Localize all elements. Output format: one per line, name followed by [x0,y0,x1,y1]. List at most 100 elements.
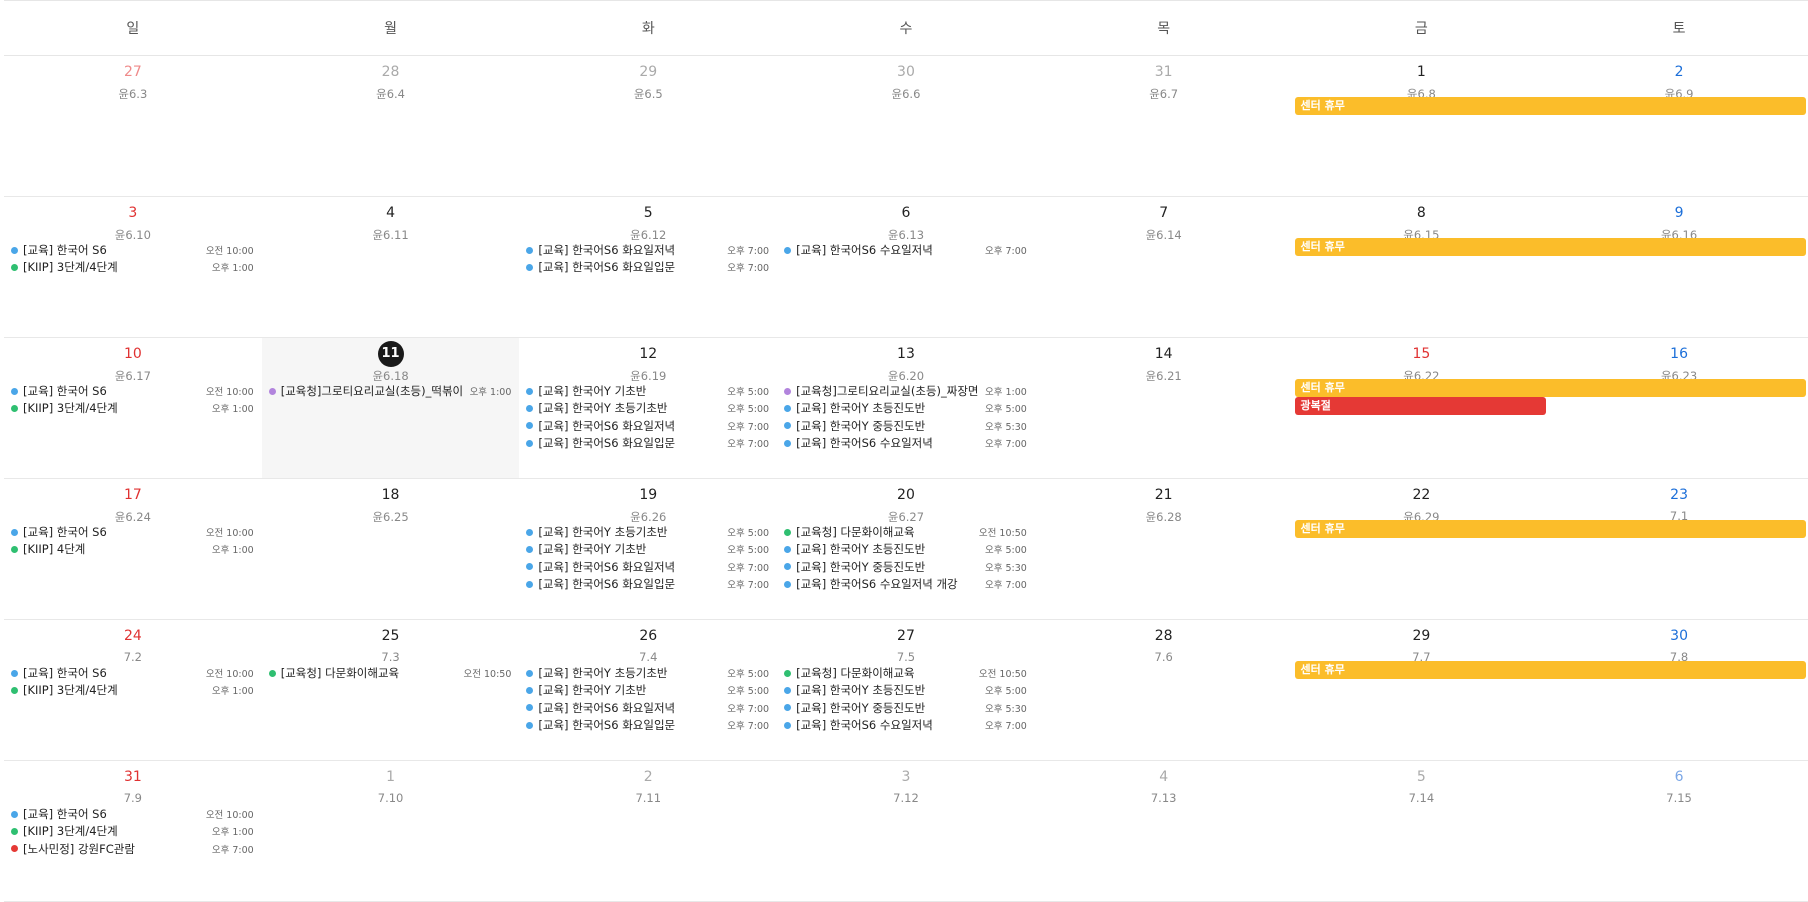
day-number[interactable]: 16 [1550,346,1808,364]
event-item[interactable]: [교육] 한국어Y 초등기초반 오후 5:00 [526,523,769,541]
day-number[interactable]: 21 [1035,487,1293,505]
day-cell[interactable]: 8 윤6.15 [1292,197,1551,338]
day-cell[interactable]: 23 7.1 [1550,479,1808,620]
event-item[interactable]: [노사민정] 강원FC관람 오후 7:00 [11,840,254,858]
event-item[interactable]: [교육] 한국어Y 중등진도반 오후 5:30 [784,558,1027,576]
day-number[interactable]: 18 [262,487,520,505]
event-item[interactable]: [교육] 한국어Y 초등기초반 오후 5:00 [526,664,769,682]
day-number[interactable]: 15 [1293,346,1551,364]
day-number[interactable]: 29 [1293,628,1551,646]
event-item[interactable]: [교육] 한국어S6 화요일입문 오후 7:00 [526,716,769,734]
day-cell[interactable]: 31 윤6.7 [1034,56,1293,197]
day-cell[interactable]: 27 윤6.3 [4,56,262,197]
event-item[interactable]: [교육] 한국어Y 초등기초반 오후 5:00 [526,399,769,417]
event-item[interactable]: [교육] 한국어S6 화요일저녁 오후 7:00 [526,417,769,435]
day-cell[interactable]: 9 윤6.16 [1550,197,1808,338]
event-item[interactable]: [KIIP] 4단계 오후 1:00 [11,540,254,558]
day-cell[interactable]: 16 윤6.23 [1550,338,1808,479]
day-cell[interactable]: 25 7.3 [교육청] 다문화이해교육 오전 10:50 [261,620,520,761]
day-cell[interactable]: 17 윤6.24 [교육] 한국어 S6 오전 10:00 [KIIP] 4단계 오후 1… [4,479,262,620]
event-item[interactable]: [KIIP] 3단계/4단계 오후 1:00 [11,399,254,417]
event-item[interactable]: [교육] 한국어 S6 오전 10:00 [11,805,254,823]
day-number[interactable]: 6 [777,205,1035,223]
day-cell[interactable]: 11 윤6.18 [교육청]그로티요리교실(초등)_떡볶이 오후 1:00 [261,338,520,479]
event-item[interactable]: [교육] 한국어S6 수요일저녁 오후 7:00 [784,716,1027,734]
day-number[interactable]: 17 [4,487,262,505]
event-item[interactable]: [교육] 한국어Y 기초반 오후 5:00 [526,681,769,699]
day-cell[interactable]: 2 7.11 [519,761,778,902]
day-cell[interactable]: 28 윤6.4 [261,56,520,197]
day-cell[interactable]: 26 7.4 [교육] 한국어Y 초등기초반 오후 5:00 [교육] 한국어Y 기초반… [519,620,778,761]
day-cell[interactable]: 6 7.15 [1550,761,1808,902]
event-item[interactable]: [교육] 한국어Y 초등진도반 오후 5:00 [784,681,1027,699]
event-item[interactable]: [교육] 한국어S6 화요일저녁 오후 7:00 [526,699,769,717]
day-cell[interactable]: 29 7.7 [1292,620,1551,761]
day-number[interactable]: 9 [1550,205,1808,223]
event-item[interactable]: [교육] 한국어S6 수요일저녁 개강 오후 7:00 [784,575,1027,593]
day-number[interactable]: 19 [519,487,777,505]
day-number[interactable]: 26 [519,628,777,646]
all-day-event-bar[interactable]: 광복절 [1294,396,1547,415]
event-item[interactable]: [KIIP] 3단계/4단계 오후 1:00 [11,822,254,840]
day-cell[interactable]: 27 7.5 [교육청] 다문화이해교육 오전 10:50 [교육] 한국어Y 초등진도… [777,620,1035,761]
event-item[interactable]: [KIIP] 3단계/4단계 오후 1:00 [11,258,254,276]
day-number[interactable]: 24 [4,628,262,646]
event-item[interactable]: [교육] 한국어Y 중등진도반 오후 5:30 [784,417,1027,435]
event-item[interactable]: [교육] 한국어S6 화요일저녁 오후 7:00 [526,241,769,259]
day-number[interactable]: 28 [1035,628,1293,646]
day-cell[interactable]: 14 윤6.21 [1034,338,1293,479]
day-cell[interactable]: 22 윤6.29 [1292,479,1551,620]
day-cell[interactable]: 30 7.8 [1550,620,1808,761]
event-item[interactable]: [교육] 한국어S6 화요일입문 오후 7:00 [526,575,769,593]
day-cell[interactable]: 31 7.9 [교육] 한국어 S6 오전 10:00 [KIIP] 3단계/4단계 오후… [4,761,262,902]
event-item[interactable]: [교육] 한국어Y 기초반 오후 5:00 [526,382,769,400]
day-cell[interactable]: 13 윤6.20 [교육청]그로티요리교실(초등)_짜장면 오후 1:00 [교육] 한… [777,338,1035,479]
all-day-event-bar[interactable]: 센터 휴무 [1294,520,1806,538]
day-cell[interactable]: 28 7.6 [1034,620,1293,761]
day-cell[interactable]: 20 윤6.27 [교육청] 다문화이해교육 오전 10:50 [교육] 한국어Y 초등… [777,479,1035,620]
day-number[interactable]: 4 [262,205,520,223]
event-item[interactable]: [교육] 한국어S6 수요일저녁 오후 7:00 [784,241,1027,259]
day-cell[interactable]: 6 윤6.13 [교육] 한국어S6 수요일저녁 오후 7:00 [777,197,1035,338]
day-cell[interactable]: 19 윤6.26 [교육] 한국어Y 초등기초반 오후 5:00 [교육] 한국어Y 기… [519,479,778,620]
event-item[interactable]: [교육청]그로티요리교실(초등)_떡볶이 오후 1:00 [268,382,511,400]
day-number[interactable]: 2 [519,769,777,787]
day-number[interactable]: 27 [777,628,1035,646]
event-item[interactable]: [교육] 한국어S6 수요일저녁 오후 7:00 [784,434,1027,452]
day-cell[interactable]: 30 윤6.6 [777,56,1035,197]
day-cell[interactable]: 29 윤6.5 [519,56,778,197]
day-number[interactable]: 25 [262,628,520,646]
today-date-marker[interactable]: 11 [377,341,404,367]
all-day-event-bar[interactable]: 센터 휴무 [1294,661,1806,679]
day-number[interactable]: 28 [262,64,520,82]
day-number[interactable]: 4 [1035,769,1293,787]
day-number[interactable]: 1 [262,769,520,787]
day-cell[interactable]: 5 윤6.12 [교육] 한국어S6 화요일저녁 오후 7:00 [교육] 한국어S6 … [519,197,778,338]
day-number[interactable]: 10 [4,346,262,364]
day-number[interactable]: 5 [1293,769,1551,787]
day-number[interactable]: 7 [1035,205,1293,223]
event-item[interactable]: [교육] 한국어 S6 오전 10:00 [11,523,254,541]
event-item[interactable]: [KIIP] 3단계/4단계 오후 1:00 [11,681,254,699]
day-number[interactable]: 22 [1293,487,1551,505]
day-number[interactable]: 3 [4,205,262,223]
day-cell[interactable]: 4 윤6.11 [261,197,520,338]
event-item[interactable]: [교육] 한국어Y 기초반 오후 5:00 [526,540,769,558]
day-cell[interactable]: 3 윤6.10 [교육] 한국어 S6 오전 10:00 [KIIP] 3단계/4단계 오… [4,197,262,338]
day-cell[interactable]: 12 윤6.19 [교육] 한국어Y 기초반 오후 5:00 [교육] 한국어Y 초등기… [519,338,778,479]
day-number[interactable]: 31 [1035,64,1293,82]
day-number[interactable]: 12 [519,346,777,364]
event-item[interactable]: [교육] 한국어 S6 오전 10:00 [11,241,254,259]
day-number[interactable]: 27 [4,64,262,82]
day-cell[interactable]: 1 윤6.8 [1292,56,1551,197]
day-cell[interactable]: 10 윤6.17 [교육] 한국어 S6 오전 10:00 [KIIP] 3단계/4단계… [4,338,262,479]
all-day-event-bar[interactable]: 센터 휴무 [1294,379,1806,397]
event-item[interactable]: [교육] 한국어Y 초등진도반 오후 5:00 [784,399,1027,417]
day-number[interactable]: 3 [777,769,1035,787]
day-number[interactable]: 8 [1293,205,1551,223]
day-number[interactable]: 6 [1550,769,1808,787]
day-cell[interactable]: 4 7.13 [1034,761,1293,902]
all-day-event-bar[interactable]: 센터 휴무 [1294,238,1806,256]
day-cell[interactable]: 24 7.2 [교육] 한국어 S6 오전 10:00 [KIIP] 3단계/4단계 오후… [4,620,262,761]
event-item[interactable]: [교육] 한국어 S6 오전 10:00 [11,382,254,400]
